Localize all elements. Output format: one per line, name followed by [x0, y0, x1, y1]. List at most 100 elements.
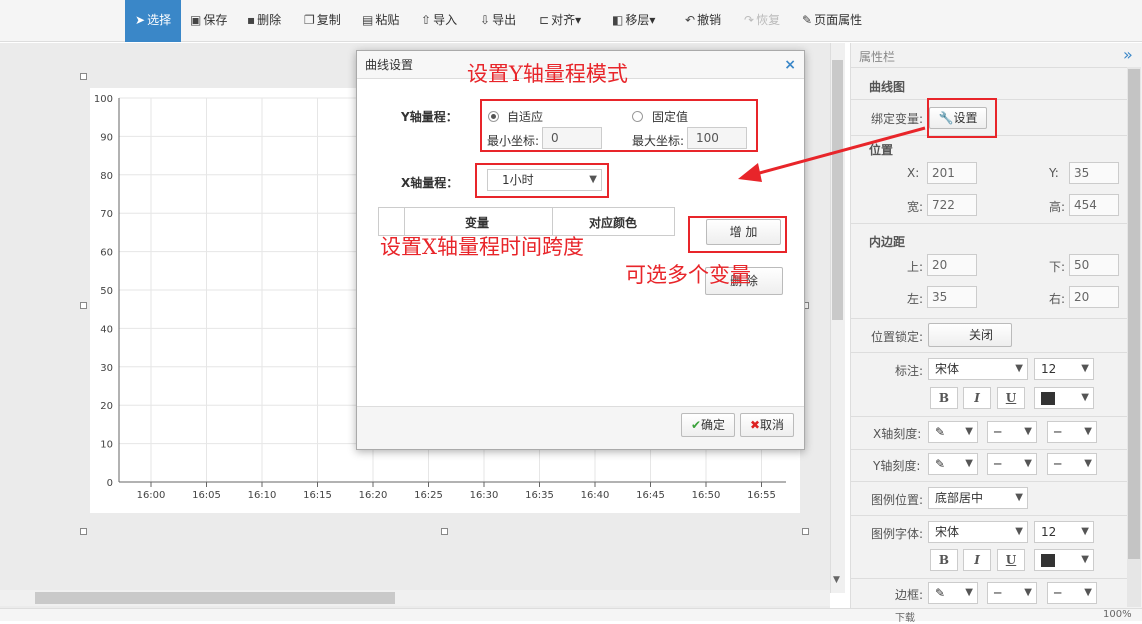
height-field[interactable]: 454 [1069, 194, 1119, 216]
undo-button[interactable]: ↶ 撤销 [685, 0, 721, 42]
x-field[interactable]: 201 [927, 162, 977, 184]
select-button[interactable]: ➤ 选择 [125, 0, 182, 42]
padding-right-field[interactable]: 20 [1069, 286, 1119, 308]
underline-button[interactable]: U [997, 387, 1025, 409]
legend-position-select[interactable]: 底部居中 ▼ [928, 487, 1028, 509]
annotation-multi-var: 可选多个变量 [625, 263, 751, 287]
close-icon[interactable]: × [784, 51, 796, 79]
y-tick-color-picker[interactable]: ✎ ▼ [928, 453, 978, 475]
delete-label: 删除 [257, 13, 282, 27]
y-tick-label: 0 [107, 478, 113, 489]
save-button[interactable]: ▣ 保存 [190, 0, 227, 42]
border-style-select[interactable]: ─ ▼ [1047, 582, 1097, 604]
align-dropdown[interactable]: ⊏ 对齐▾ [539, 0, 581, 42]
canvas-vertical-scroll-thumb[interactable] [832, 60, 843, 320]
padding-left-label: 左: [907, 292, 924, 306]
undo-label: 撤销 [697, 13, 722, 27]
copy-icon: ❐ [304, 13, 315, 27]
resize-handle-w[interactable] [80, 302, 87, 309]
resize-handle-se[interactable] [802, 528, 809, 535]
legend-position-value: 底部居中 [935, 491, 984, 505]
resize-handle-sw[interactable] [80, 528, 87, 535]
import-button[interactable]: ⇧ 导入 [421, 0, 457, 42]
paste-button[interactable]: ▤ 粘贴 [362, 0, 399, 42]
border-width-select[interactable]: ─ ▼ [987, 582, 1037, 604]
undo-icon: ↶ [685, 13, 696, 27]
chevron-down-icon: ▼ [1024, 587, 1032, 598]
x-tick-line-style-select[interactable]: ─ ▼ [1047, 421, 1097, 443]
width-field[interactable]: 722 [927, 194, 977, 216]
padding-left-field[interactable]: 35 [927, 286, 977, 308]
italic-button[interactable]: I [963, 387, 991, 409]
chevron-down-icon: ▼ [965, 458, 973, 469]
x-tick-label: 16:20 [359, 490, 388, 501]
resize-handle-s[interactable] [441, 528, 448, 535]
copy-label: 复制 [316, 13, 341, 27]
label-color-picker[interactable]: ▼ [1034, 387, 1094, 409]
position-lock-toggle[interactable]: 关闭 [928, 323, 1012, 347]
page-props-button[interactable]: ✎ 页面属性 [802, 0, 862, 42]
import-label: 导入 [433, 13, 458, 27]
bold-button[interactable]: B [930, 387, 958, 409]
legend-bold-button[interactable]: B [930, 549, 958, 571]
scroll-down-arrow-icon[interactable]: ▼ [833, 575, 840, 585]
border-color-picker[interactable]: ✎ ▼ [928, 582, 978, 604]
resize-handle-nw[interactable] [80, 73, 87, 80]
divider [851, 416, 1127, 417]
legend-underline-button[interactable]: U [997, 549, 1025, 571]
border-label: 边框: [895, 588, 924, 602]
redo-label: 恢复 [756, 13, 781, 27]
cancel-button[interactable]: ✖取消 [740, 413, 794, 437]
download-link[interactable]: 下载 [895, 609, 915, 624]
x-tick-label: 16:45 [636, 490, 665, 501]
paste-icon: ▤ [362, 13, 374, 27]
layer-dropdown[interactable]: ◧ 移层▾ [612, 0, 655, 42]
legend-color-picker[interactable]: ▼ [1034, 549, 1094, 571]
label-font-select[interactable]: 宋体 ▼ [928, 358, 1028, 380]
legend-italic-button[interactable]: I [963, 549, 991, 571]
y-tick-label: 30 [100, 363, 113, 374]
padding-title: 内边距 [869, 235, 906, 249]
chevron-down-icon: ▼ [1015, 526, 1023, 537]
y-range-label: Y轴量程： [401, 110, 458, 124]
y-tick-line-width-select[interactable]: ─ ▼ [987, 453, 1037, 475]
chevron-down-icon: ▼ [1084, 426, 1092, 437]
chevron-down-icon: ▼ [1024, 458, 1032, 469]
column-header-variable: 变量 [465, 216, 490, 230]
height-label: 高: [1049, 200, 1066, 214]
legend-size-value: 12 [1041, 525, 1057, 539]
y-tick-label: 80 [100, 171, 113, 182]
divider [851, 352, 1127, 353]
delete-button[interactable]: ▪ 删除 [247, 0, 281, 42]
zoom-level[interactable]: 100% [1103, 609, 1132, 620]
x-tick-color-picker[interactable]: ✎ ▼ [928, 421, 978, 443]
x-tick-label: 16:40 [581, 490, 610, 501]
export-label: 导出 [492, 13, 517, 27]
divider [851, 67, 1127, 68]
caret-down-icon: ▾ [649, 13, 656, 27]
cursor-icon: ➤ [135, 13, 146, 27]
x-tick-line-width-select[interactable]: ─ ▼ [987, 421, 1037, 443]
export-button[interactable]: ⇩ 导出 [480, 0, 516, 42]
label-size-select[interactable]: 12 ▼ [1034, 358, 1094, 380]
collapse-panel-icon[interactable]: » [1123, 45, 1133, 64]
y-tick-line-style-select[interactable]: ─ ▼ [1047, 453, 1097, 475]
panel-scroll-thumb[interactable] [1128, 69, 1140, 559]
legend-position-label: 图例位置: [871, 493, 924, 507]
legend-font-select[interactable]: 宋体 ▼ [928, 521, 1028, 543]
legend-size-select[interactable]: 12 ▼ [1034, 521, 1094, 543]
y-range-highlight [480, 99, 758, 152]
status-bar: 下载 100% [0, 608, 1142, 624]
padding-bottom-field[interactable]: 50 [1069, 254, 1119, 276]
ok-button[interactable]: ✔确定 [681, 413, 735, 437]
chevron-down-icon: ▼ [965, 587, 973, 598]
y-field[interactable]: 35 [1069, 162, 1119, 184]
chevron-down-icon: ▼ [1015, 363, 1023, 374]
padding-top-field[interactable]: 20 [927, 254, 977, 276]
x-tick-label: X轴刻度: [873, 427, 922, 441]
redo-button[interactable]: ↷ 恢复 [744, 0, 780, 42]
y-tick-label: 100 [94, 94, 113, 105]
chevron-down-icon: ▼ [1081, 554, 1089, 565]
copy-button[interactable]: ❐ 复制 [304, 0, 341, 42]
canvas-horizontal-scroll-thumb[interactable] [35, 592, 395, 604]
